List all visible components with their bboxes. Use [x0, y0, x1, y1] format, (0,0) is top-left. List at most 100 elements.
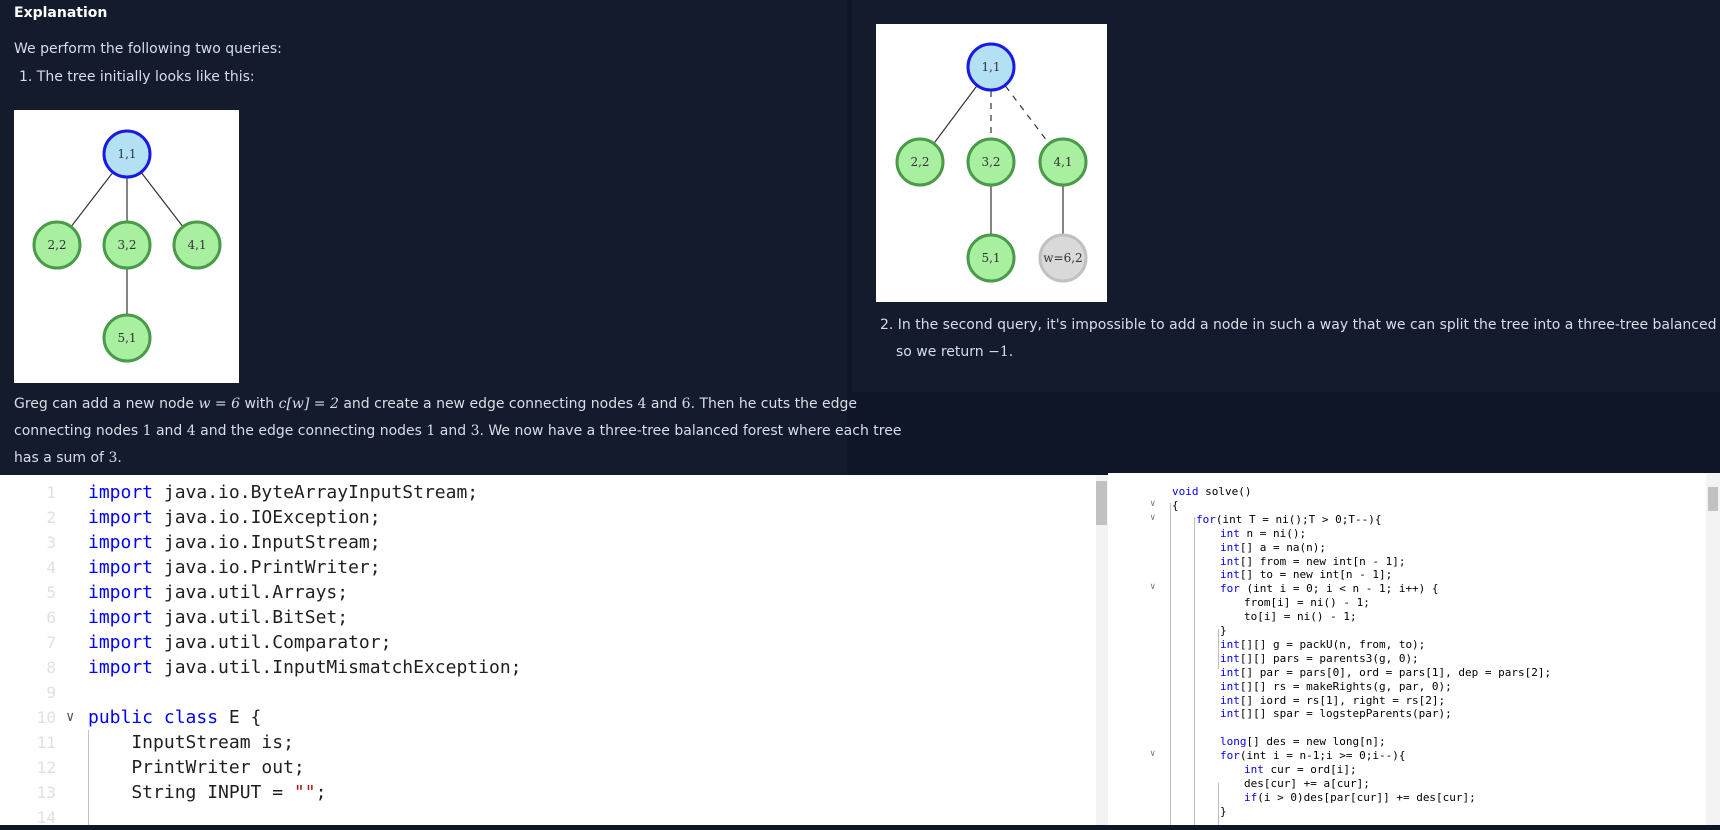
code-text: import java.util.Comparator; [88, 630, 391, 655]
code-line[interactable]: 3 import java.io.InputStream; [0, 530, 1090, 555]
code-rest: java.io.InputStream; [153, 532, 381, 553]
vertical-scrollbar-thumb[interactable] [1708, 487, 1718, 511]
svg-text:2,2: 2,2 [47, 238, 66, 252]
node-2: 2,2 [895, 137, 945, 187]
code-right-content[interactable]: void solve() ∨ { ∨ for(int T = ni();T > 0;T-… [1108, 473, 1720, 825]
code-line[interactable]: int[] from = new int[n - 1]; [1220, 555, 1405, 569]
code-line[interactable]: 2 import java.io.IOException; [0, 505, 1090, 530]
code-rest: des[cur] += a[cur]; [1244, 776, 1370, 790]
code-rest: [] to = new int[n - 1]; [1239, 568, 1393, 582]
code-line[interactable]: 13 String INPUT = ""; [0, 780, 1090, 805]
fold-chevron-icon[interactable]: ∨ [1150, 582, 1155, 592]
code-keyword: int [1220, 568, 1240, 582]
explanation-item-2: 2. In the second query, it's impossible … [880, 317, 1720, 333]
vertical-scrollbar-track[interactable] [1706, 473, 1720, 825]
code-line[interactable]: int[] a = na(n); [1220, 541, 1326, 555]
code-line[interactable]: for (int i = 0; i < n - 1; i++) { [1220, 582, 1439, 596]
line-number: 13 [36, 783, 56, 802]
code-line[interactable]: int[][] g = packU(n, from, to); [1220, 638, 1425, 652]
code-line[interactable]: long[] des = new long[n]; [1220, 735, 1386, 749]
code-line[interactable]: int[][] rs = makeRights(g, par, 0); [1220, 680, 1452, 694]
code-line[interactable]: int[] iord = rs[1], right = rs[2]; [1220, 694, 1445, 708]
code-text: import java.io.PrintWriter; [88, 555, 381, 580]
code-rest: (int i = n-1;i >= 0;i--){ [1239, 749, 1406, 763]
code-rest: from[i] = ni() - 1; [1244, 596, 1370, 610]
code-keyword: int [1220, 707, 1240, 721]
code-line[interactable]: for(int T = ni();T > 0;T--){ [1196, 513, 1381, 527]
code-left-content[interactable]: 1 import java.io.ByteArrayInputStream; 2 im… [0, 475, 1108, 827]
code-line[interactable]: int[] to = new int[n - 1]; [1220, 568, 1392, 582]
code-keyword: int [1220, 693, 1240, 707]
code-line[interactable]: 11 InputStream is; [0, 730, 1090, 755]
indent-guide [1170, 503, 1171, 825]
svg-text:w=6,2: w=6,2 [1043, 251, 1082, 265]
explanation-panel: Explanation We perform the following two… [0, 0, 901, 475]
code-line[interactable]: } [1220, 624, 1227, 638]
code-rest: java.util.InputMismatchException; [153, 657, 522, 678]
code-line[interactable]: int[][] pars = parents3(g, 0); [1220, 652, 1419, 666]
explanation-item-2-cont: so we return −1. [896, 344, 1014, 360]
code-editor-imports[interactable]: 1 import java.io.ByteArrayInputStream; 2 im… [0, 475, 1108, 827]
code-editor-solve[interactable]: void solve() ∨ { ∨ for(int T = ni();T > 0;T-… [1108, 473, 1720, 825]
code-rest: [][] spar = logstepParents(par); [1239, 707, 1452, 721]
svg-text:1,1: 1,1 [981, 60, 1000, 74]
indent-guide [1218, 783, 1219, 825]
code-rest: ; [315, 782, 327, 803]
code-line[interactable]: void solve() [1172, 485, 1251, 499]
code-rest: n = ni(); [1239, 526, 1307, 540]
code-rest: InputStream is; [88, 732, 294, 753]
code-line[interactable]: 8 import java.util.InputMismatchException… [0, 655, 1090, 680]
code-line[interactable]: 10 ∨ public class E { [0, 705, 1090, 730]
node-2: 2,2 [32, 220, 82, 270]
code-keyword: int [1220, 540, 1240, 554]
code-keyword: if [1244, 790, 1258, 804]
code-line[interactable]: from[i] = ni() - 1; [1244, 596, 1370, 610]
code-line[interactable]: 12 PrintWriter out; [0, 755, 1090, 780]
code-keyword: import [88, 532, 154, 553]
svg-text:5,1: 5,1 [117, 331, 136, 345]
code-line[interactable]: 7 import java.util.Comparator; [0, 630, 1090, 655]
node-5: 5,1 [102, 313, 152, 363]
code-line[interactable]: { [1172, 499, 1179, 513]
code-line[interactable]: 6 import java.util.BitSet; [0, 605, 1090, 630]
explanation-paragraph-line-2: connecting nodes 1 and 4 and the edge co… [14, 423, 902, 439]
code-text: import java.util.BitSet; [88, 605, 348, 630]
node-4: 4,1 [172, 220, 222, 270]
code-rest: [][] rs = makeRights(g, par, 0); [1239, 679, 1452, 693]
svg-text:2,2: 2,2 [910, 155, 929, 169]
code-line[interactable]: int[][] spar = logstepParents(par); [1220, 707, 1452, 721]
code-text: String INPUT = ""; [88, 780, 326, 805]
fold-chevron-icon[interactable]: ∨ [66, 705, 74, 730]
code-line[interactable]: int n = ni(); [1220, 527, 1306, 541]
code-line[interactable]: 9 [0, 680, 1090, 705]
code-line[interactable]: to[i] = ni() - 1; [1244, 610, 1357, 624]
code-line[interactable]: } [1220, 805, 1227, 819]
code-rest: [][] g = packU(n, from, to); [1239, 637, 1426, 651]
code-line[interactable]: int cur = ord[i]; [1244, 763, 1357, 777]
vertical-scrollbar-thumb[interactable] [1096, 481, 1107, 525]
code-line[interactable]: 14 [0, 805, 1090, 830]
svg-text:3,2: 3,2 [981, 155, 1000, 169]
code-line[interactable]: for(int i = n-1;i >= 0;i--){ [1220, 749, 1405, 763]
line-number: 3 [46, 533, 56, 552]
code-line[interactable]: int[] par = pars[0], ord = pars[1], dep … [1220, 666, 1551, 680]
explanation-title: Explanation [14, 5, 108, 21]
code-line[interactable]: 4 import java.io.PrintWriter; [0, 555, 1090, 580]
code-text: InputStream is; [88, 730, 294, 755]
fold-chevron-icon[interactable]: ∨ [1150, 749, 1155, 759]
code-rest: solve() [1198, 485, 1252, 498]
line-number: 12 [36, 758, 56, 777]
tree-diagram-initial: 1,1 2,2 3,2 4,1 5,1 [14, 110, 239, 383]
code-keyword: for [1220, 582, 1240, 596]
code-rest: (int i = 0; i < n - 1; i++) { [1239, 582, 1439, 596]
code-text: public class E { [88, 705, 261, 730]
code-rest: [][] pars = parents3(g, 0); [1239, 651, 1419, 665]
vertical-scrollbar-track[interactable] [1096, 475, 1108, 825]
code-line[interactable]: 1 import java.io.ByteArrayInputStream; [0, 480, 1090, 505]
line-number: 14 [36, 808, 56, 827]
code-line[interactable]: if(i > 0)des[par[cur]] += des[cur]; [1244, 791, 1476, 805]
code-line[interactable]: des[cur] += a[cur]; [1244, 777, 1370, 791]
fold-chevron-icon[interactable]: ∨ [1150, 499, 1155, 509]
fold-chevron-icon[interactable]: ∨ [1150, 513, 1155, 523]
code-line[interactable]: 5 import java.util.Arrays; [0, 580, 1090, 605]
